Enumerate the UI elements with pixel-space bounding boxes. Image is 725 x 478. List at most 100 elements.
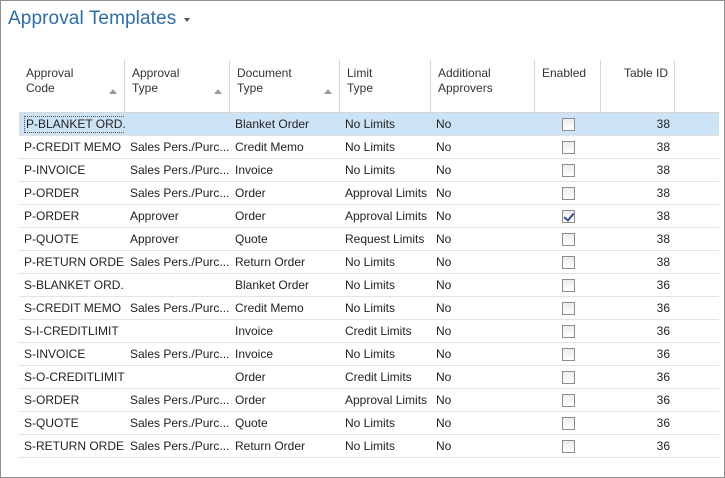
title-menu-caret-icon[interactable]: [184, 18, 191, 22]
column-header-document-type[interactable]: Document Type: [230, 60, 340, 113]
enabled-checkbox[interactable]: [561, 232, 575, 246]
column-header-enabled[interactable]: Enabled: [535, 60, 601, 113]
table-row[interactable]: S-INVOICE Sales Pers./Purc... Invoice No Li…: [19, 343, 719, 366]
cell-approval-type: Sales Pers./Purc...: [130, 163, 230, 177]
cell-approval-code[interactable]: S-BLANKET ORD...: [19, 274, 125, 296]
enabled-checkbox[interactable]: [561, 439, 575, 453]
cell-approval-code[interactable]: P-ORDER: [19, 205, 125, 227]
cell-approval-code[interactable]: P-ORDER: [19, 182, 125, 204]
enabled-checkbox[interactable]: [561, 278, 575, 292]
cell-additional-approvers: No: [436, 370, 452, 384]
cell-limit-type: No Limits: [345, 416, 396, 430]
cell-document-type: Blanket Order: [235, 278, 310, 292]
table-row[interactable]: P-ORDER Approver Order Approval Limits No 38: [19, 205, 719, 228]
enabled-checkbox[interactable]: [561, 186, 575, 200]
table-row[interactable]: P-ORDER Sales Pers./Purc... Order Approval …: [19, 182, 719, 205]
cell-table-id: 38: [656, 186, 670, 200]
cell-limit-type: Request Limits: [345, 232, 425, 246]
column-label-document-type-line-1: Document: [237, 66, 292, 80]
approval-code-value: S-BLANKET ORD...: [24, 278, 125, 292]
cell-approval-code[interactable]: S-RETURN ORDER: [19, 435, 125, 457]
enabled-checkbox[interactable]: [561, 117, 575, 131]
table-row[interactable]: S-QUOTE Sales Pers./Purc... Quote No Limits…: [19, 412, 719, 435]
cell-additional-approvers: No: [436, 416, 452, 430]
column-label-enabled: Enabled: [542, 66, 587, 80]
enabled-checkbox[interactable]: [561, 301, 575, 315]
cell-enabled: [535, 435, 601, 457]
cell-enabled: [535, 251, 601, 273]
cell-document-type: Credit Memo: [235, 301, 304, 315]
table-row[interactable]: P-INVOICE Sales Pers./Purc... Invoice No Li…: [19, 159, 719, 182]
cell-enabled: [535, 297, 601, 319]
cell-approval-code[interactable]: S-QUOTE: [19, 412, 125, 434]
column-label-additional-approvers-line-1: Additional: [438, 66, 491, 80]
table-row[interactable]: P-RETURN ORDER Sales Pers./Purc... Return …: [19, 251, 719, 274]
cell-document-type: Return Order: [235, 439, 306, 453]
table-row[interactable]: S-ORDER Sales Pers./Purc... Order Approval …: [19, 389, 719, 412]
column-header-approval-code[interactable]: Approval Code: [19, 60, 125, 113]
enabled-checkbox[interactable]: [561, 370, 575, 384]
approval-code-value: P-ORDER: [24, 209, 80, 223]
column-header-table-id[interactable]: Table ID: [601, 60, 675, 113]
table-row[interactable]: P-CREDIT MEMO Sales Pers./Purc... Credit M…: [19, 136, 719, 159]
table-row[interactable]: S-I-CREDITLIMIT Invoice Credit Limits No 36: [19, 320, 719, 343]
cell-table-id: 36: [656, 370, 670, 384]
cell-enabled: [535, 228, 601, 250]
cell-approval-code[interactable]: P-INVOICE: [19, 159, 125, 181]
enabled-checkbox[interactable]: [561, 209, 575, 223]
cell-limit-type: Credit Limits: [345, 370, 412, 384]
cell-additional-approvers: No: [436, 186, 452, 200]
column-header-approval-type[interactable]: Approval Type: [125, 60, 230, 113]
column-label-limit-type-line-1: Limit: [347, 66, 373, 80]
cell-approval-code[interactable]: S-ORDER: [19, 389, 125, 411]
column-label-additional-approvers-line-2: Approvers: [438, 81, 493, 95]
column-header-limit-type[interactable]: Limit Type: [340, 60, 431, 113]
cell-approval-code[interactable]: S-CREDIT MEMO: [19, 297, 125, 319]
grid-body: P-BLANKET ORD... Blanket Order No Limits No…: [19, 113, 719, 458]
table-row[interactable]: S-RETURN ORDER Sales Pers./Purc... Return …: [19, 435, 719, 458]
cell-approval-code[interactable]: P-RETURN ORDER: [19, 251, 125, 273]
table-row[interactable]: S-O-CREDITLIMIT Order Credit Limits No 36: [19, 366, 719, 389]
cell-enabled: [535, 343, 601, 365]
cell-document-type: Return Order: [235, 255, 306, 269]
cell-limit-type: No Limits: [345, 301, 396, 315]
grid-header: Approval Code Approval Type Document Typ…: [19, 60, 719, 113]
cell-additional-approvers: No: [436, 347, 452, 361]
column-label-table-id: Table ID: [623, 66, 668, 80]
cell-approval-code[interactable]: S-I-CREDITLIMIT: [19, 320, 125, 342]
cell-table-id: 38: [656, 255, 670, 269]
cell-additional-approvers: No: [436, 301, 452, 315]
sort-ascending-icon: [324, 89, 332, 94]
cell-document-type: Order: [235, 393, 266, 407]
cell-document-type: Order: [235, 186, 266, 200]
table-row[interactable]: S-BLANKET ORD... Blanket Order No Limits No…: [19, 274, 719, 297]
enabled-checkbox[interactable]: [561, 163, 575, 177]
cell-additional-approvers: No: [436, 209, 452, 223]
cell-approval-code[interactable]: P-CREDIT MEMO: [19, 136, 125, 158]
enabled-checkbox[interactable]: [561, 324, 575, 338]
enabled-checkbox[interactable]: [561, 347, 575, 361]
enabled-checkbox[interactable]: [561, 393, 575, 407]
cell-table-id: 36: [656, 416, 670, 430]
enabled-checkbox[interactable]: [561, 416, 575, 430]
cell-table-id: 38: [656, 117, 670, 131]
cell-approval-code[interactable]: P-BLANKET ORD...: [19, 113, 125, 135]
cell-approval-code[interactable]: S-INVOICE: [19, 343, 125, 365]
table-row[interactable]: S-CREDIT MEMO Sales Pers./Purc... Credit M…: [19, 297, 719, 320]
cell-additional-approvers: No: [436, 278, 452, 292]
approval-code-value: P-CREDIT MEMO: [24, 140, 122, 154]
approval-code-value: S-ORDER: [24, 393, 80, 407]
approval-code-value: S-QUOTE: [24, 416, 79, 430]
enabled-checkbox[interactable]: [561, 255, 575, 269]
cell-enabled: [535, 113, 601, 135]
cell-document-type: Blanket Order: [235, 117, 310, 131]
column-header-additional-approvers[interactable]: Additional Approvers: [431, 60, 535, 113]
table-row[interactable]: P-BLANKET ORD... Blanket Order No Limits No…: [19, 113, 719, 136]
enabled-checkbox[interactable]: [561, 140, 575, 154]
cell-limit-type: No Limits: [345, 278, 396, 292]
table-row[interactable]: P-QUOTE Approver Quote Request Limits No 38: [19, 228, 719, 251]
cell-approval-code[interactable]: S-O-CREDITLIMIT: [19, 366, 125, 388]
cell-approval-code[interactable]: P-QUOTE: [19, 228, 125, 250]
approval-code-value: S-RETURN ORDER: [24, 439, 125, 453]
approval-code-value: P-QUOTE: [24, 232, 79, 246]
